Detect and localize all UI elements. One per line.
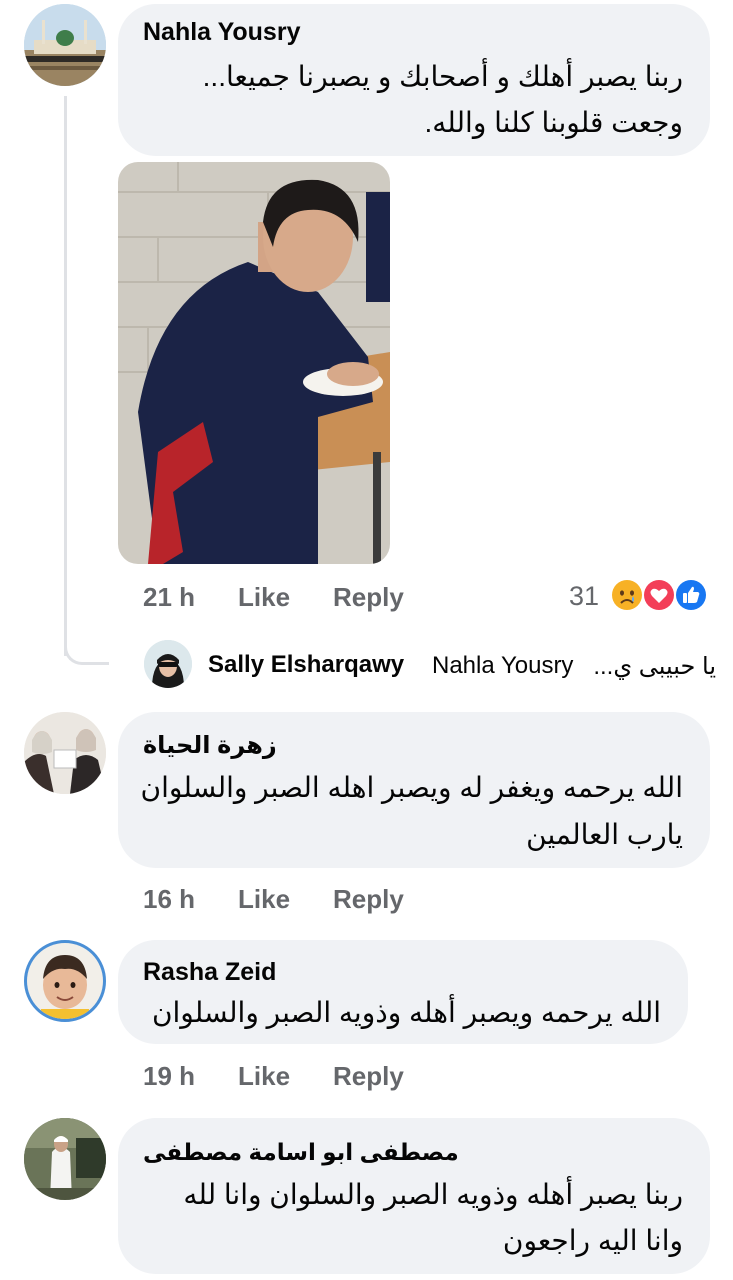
comment-text-line: ربنا يصبر أهلك و أصحابك و يصبرنا جميعا..… xyxy=(202,61,683,92)
reply-author[interactable]: Sally Elsharqawy xyxy=(208,651,404,679)
reaction-count[interactable]: 31 xyxy=(569,581,599,612)
like-reaction-icon xyxy=(674,578,708,612)
woman-avatar-image xyxy=(144,640,192,688)
comment-author[interactable]: Rasha Zeid xyxy=(143,958,276,987)
avatar[interactable] xyxy=(24,1118,106,1200)
comment-text-line: ربنا يصبر أهله وذويه الصبر والسلوان وانا… xyxy=(183,1179,683,1210)
reply-avatar[interactable] xyxy=(144,640,192,688)
comment-text-line: الله يرحمه ويغفر له ويصبر اهله الصبر وال… xyxy=(140,772,683,803)
comment-text-line: وجعت قلوبنا كلنا والله. xyxy=(424,107,683,138)
like-button[interactable]: Like xyxy=(238,1061,290,1092)
comment-timestamp[interactable]: 16 h xyxy=(143,884,195,915)
thread-connector-curve xyxy=(64,636,109,665)
like-button[interactable]: Like xyxy=(238,582,290,613)
like-button[interactable]: Like xyxy=(238,884,290,915)
avatar[interactable] xyxy=(24,940,106,1022)
comment-author[interactable]: زهرة الحياة xyxy=(143,731,277,760)
reply-button[interactable]: Reply xyxy=(333,1061,404,1092)
avatar[interactable] xyxy=(24,4,106,86)
comment-timestamp[interactable]: 19 h xyxy=(143,1061,195,1092)
reply-button[interactable]: Reply xyxy=(333,884,404,915)
reply-mention[interactable]: Nahla Yousry xyxy=(432,652,573,680)
child-avatar-image xyxy=(27,943,103,1019)
man-in-white-avatar-image xyxy=(24,1118,106,1200)
comment-text-line: الله يرحمه ويصبر أهله وذويه الصبر والسلو… xyxy=(151,997,661,1028)
reply-button[interactable]: Reply xyxy=(333,582,404,613)
sad-reaction-icon xyxy=(610,578,644,612)
comment-timestamp[interactable]: 21 h xyxy=(143,582,195,613)
avatar[interactable] xyxy=(24,712,106,794)
boy-at-desk-photo xyxy=(118,162,390,564)
love-reaction-icon xyxy=(642,578,676,612)
women-certificate-avatar-image xyxy=(24,712,106,794)
comment-text-line: يارب العالمين xyxy=(526,819,683,850)
reactions-summary[interactable] xyxy=(608,577,712,615)
comment-author[interactable]: Nahla Yousry xyxy=(143,18,300,47)
mosque-avatar-image xyxy=(24,4,106,86)
comment-author[interactable]: مصطفى ابو اسامة مصطفى xyxy=(143,1139,459,1166)
comment-text-line: وانا اليه راجعون xyxy=(502,1225,683,1256)
comment-photo[interactable] xyxy=(118,162,390,564)
thread-connector-vertical xyxy=(64,96,67,656)
reply-text-preview: يا حبيبى ي... xyxy=(593,653,716,680)
